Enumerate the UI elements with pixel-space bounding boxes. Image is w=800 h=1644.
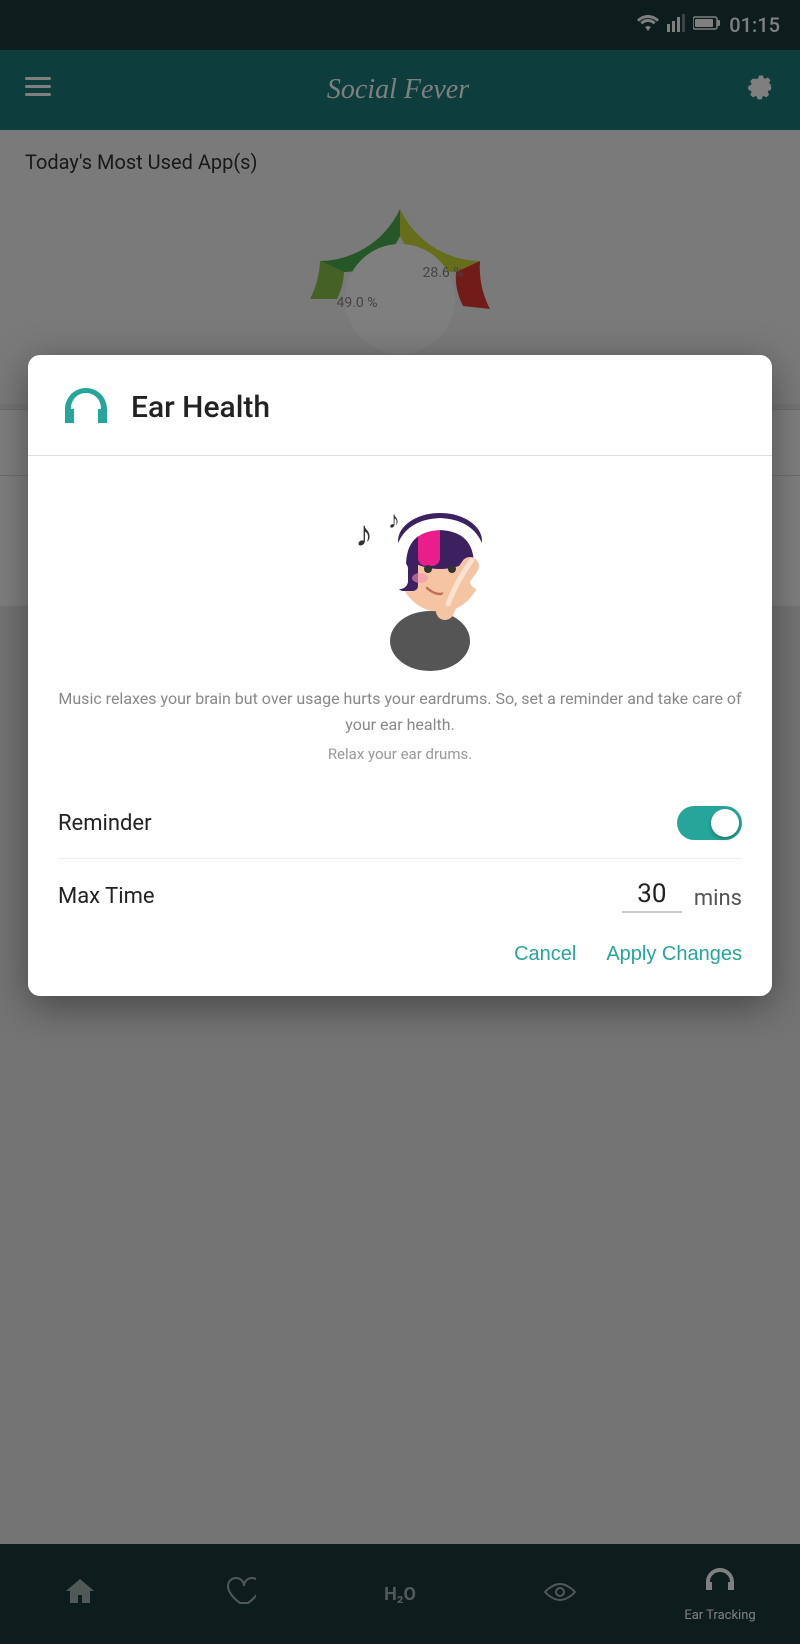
- reminder-row: Reminder: [58, 788, 742, 859]
- toggle-knob: [711, 809, 739, 837]
- max-time-label: Max Time: [58, 884, 622, 909]
- modal-title: Ear Health: [131, 390, 270, 425]
- modal-sub-description: Relax your ear drums.: [58, 745, 742, 763]
- reminder-label: Reminder: [58, 811, 152, 836]
- max-time-row: Max Time 30 mins: [58, 859, 742, 928]
- cancel-button[interactable]: Cancel: [514, 943, 576, 966]
- modal-headphones-icon: [58, 380, 113, 435]
- illustration-area: ♪ ♪: [58, 476, 742, 686]
- ear-health-modal: Ear Health ♪ ♪: [28, 355, 772, 996]
- max-time-input-group: 30 mins: [622, 879, 742, 913]
- max-time-unit: mins: [694, 886, 742, 913]
- reminder-toggle[interactable]: [677, 806, 742, 840]
- modal-header: Ear Health: [28, 355, 772, 456]
- modal-description: Music relaxes your brain but over usage …: [58, 686, 742, 737]
- ear-health-illustration: ♪ ♪: [300, 486, 500, 666]
- svg-text:♪: ♪: [355, 513, 373, 555]
- apply-changes-button[interactable]: Apply Changes: [606, 943, 742, 966]
- modal-body: ♪ ♪: [28, 456, 772, 996]
- max-time-value[interactable]: 30: [622, 879, 682, 913]
- svg-text:♪: ♪: [388, 506, 400, 534]
- modal-actions: Cancel Apply Changes: [58, 928, 742, 971]
